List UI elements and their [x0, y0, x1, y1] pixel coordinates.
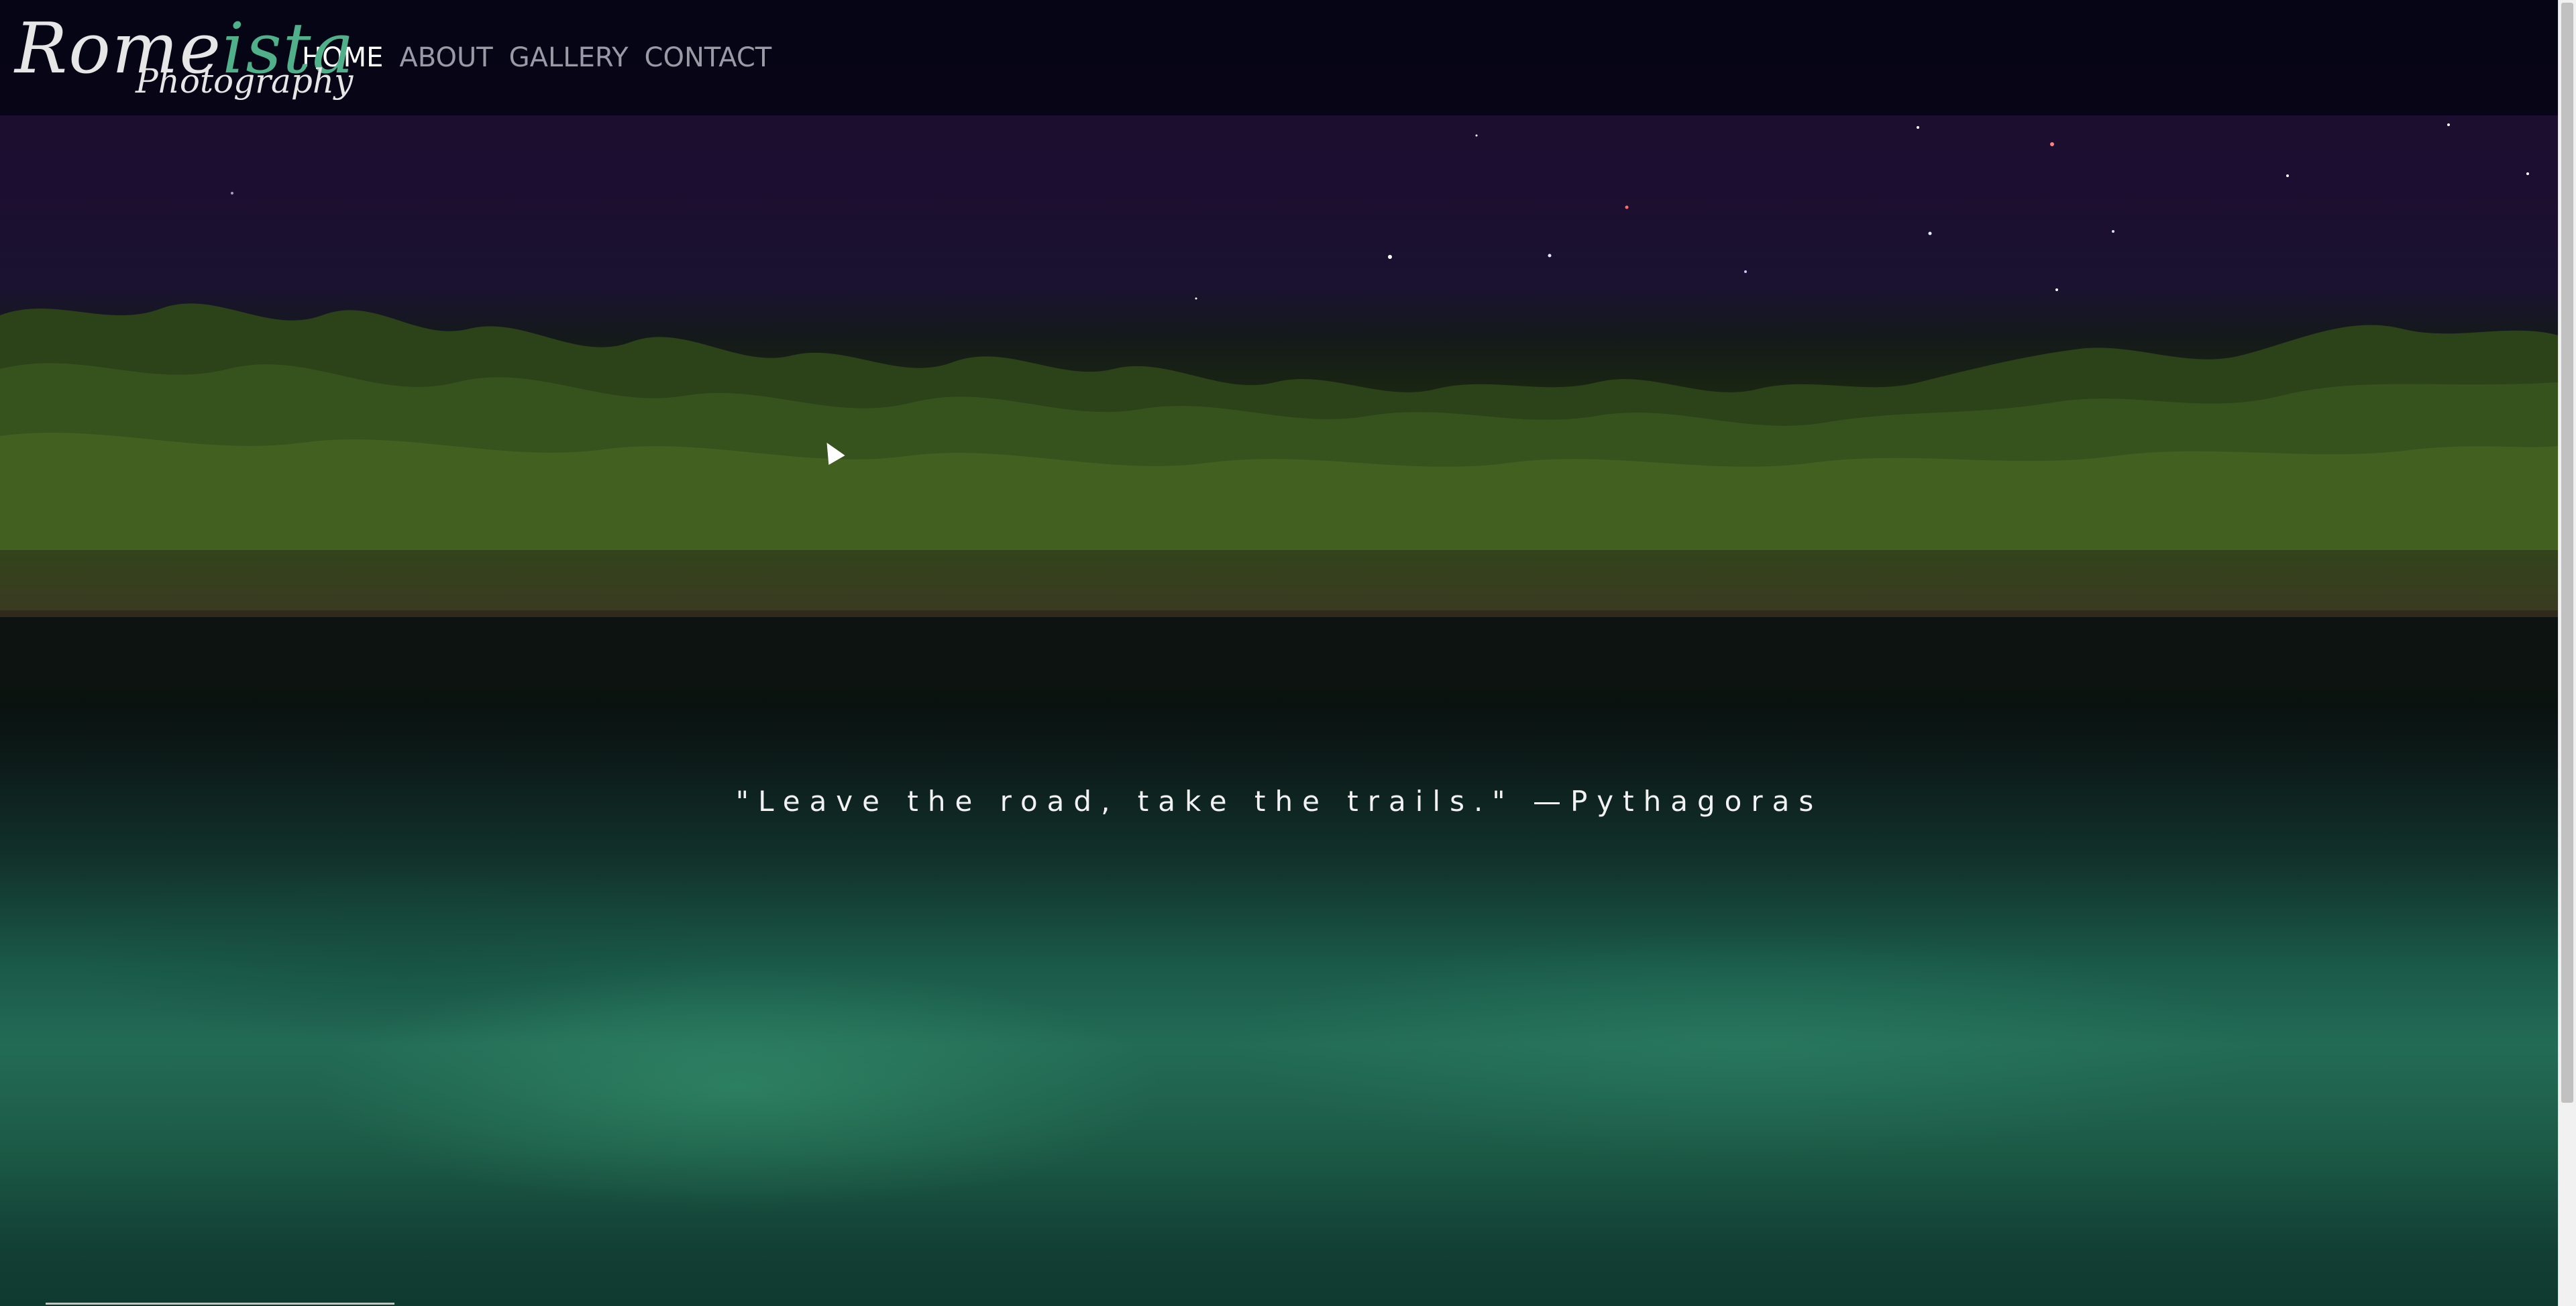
- nav-contact-link[interactable]: CONTACT: [645, 42, 772, 73]
- hero-quote: "Leave the road, take the trails." —Pyth…: [735, 785, 1823, 818]
- nav-about-link[interactable]: ABOUT: [399, 42, 492, 73]
- bottom-divider: [46, 1303, 394, 1305]
- brand-logo[interactable]: Romeista Photography: [15, 11, 354, 105]
- top-navbar: Romeista Photography HOME ABOUT GALLERY …: [0, 0, 2559, 115]
- page: Romeista Photography HOME ABOUT GALLERY …: [0, 0, 2576, 1306]
- glowing-water: [0, 872, 2559, 1306]
- main-nav: HOME ABOUT GALLERY CONTACT: [302, 0, 788, 115]
- mangrove-trees: [0, 303, 2559, 691]
- hero-background-image: [0, 0, 2559, 1306]
- page-scrollbar[interactable]: [2558, 0, 2576, 1306]
- nav-gallery-link[interactable]: GALLERY: [509, 42, 629, 73]
- logo-subtitle: Photography: [136, 62, 354, 101]
- scrollbar-thumb[interactable]: [2561, 3, 2573, 1103]
